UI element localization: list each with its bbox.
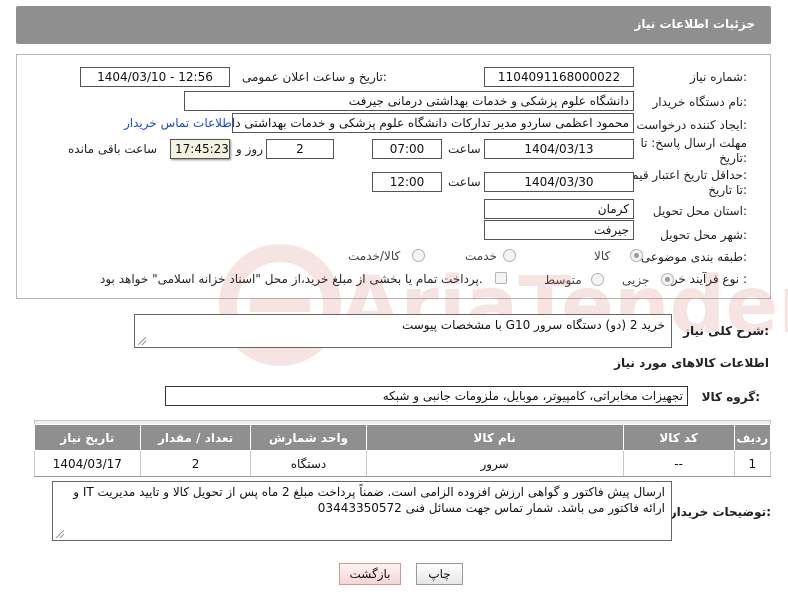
need-number-label: شماره نیاز:: [689, 70, 747, 84]
deadline-days-field[interactable]: 2: [266, 139, 334, 159]
items-table-header: ردیف کد کالا نام کالا واحد شمارش تعداد /…: [34, 424, 772, 451]
buyer-notes-text: ارسال پیش فاکتور و گواهی ارزش افزوده الز…: [73, 485, 665, 515]
cell-unit: دستگاه: [250, 450, 367, 477]
deadline-date-field[interactable]: 1404/03/13: [484, 139, 634, 159]
col-name-header: نام کالا: [365, 424, 624, 451]
print-button[interactable]: چاپ: [416, 563, 463, 585]
requester-field[interactable]: محمود اعظمی ساردو مدیر تدارکات دانشگاه ع…: [232, 113, 634, 133]
price-validity-label-date: تا تاریخ:: [708, 183, 747, 197]
summary-label: شرح کلی نیاز:: [683, 324, 769, 338]
goods-group-field[interactable]: تجهیزات مخابراتی، کامپیوتر، موبایل، ملزو…: [165, 386, 688, 406]
category-service-label: خدمت: [465, 249, 497, 263]
province-field[interactable]: کرمان: [484, 199, 634, 219]
category-goods-label: کالا: [594, 249, 611, 263]
treasury-payment-checkbox[interactable]: [495, 272, 507, 284]
category-goods-radio[interactable]: [630, 249, 643, 262]
announce-date-label: تاریخ و ساعت اعلان عمومی:: [242, 70, 387, 84]
deadline-time-label: ساعت: [448, 142, 481, 156]
buyer-notes-label: توضیحات خریدار:: [669, 505, 771, 519]
cell-row: 1: [733, 450, 772, 477]
back-button[interactable]: بازگشت: [339, 563, 401, 585]
items-section-title: اطلاعات کالاهای مورد نیاز: [614, 356, 769, 370]
buyer-org-label: نام دستگاه خریدار:: [652, 95, 748, 109]
deadline-time-field[interactable]: 07:00: [372, 139, 442, 159]
purchase-type-medium-radio[interactable]: [591, 273, 604, 286]
col-qty-header: تعداد / مقدار: [139, 424, 252, 451]
category-both-label: کالا/خدمت: [348, 249, 401, 263]
deadline-label: مهلت ارسال پاسخ: تا: [640, 136, 747, 150]
col-row-header: ردیف: [733, 424, 772, 451]
announce-date-field[interactable]: 1404/03/10 - 12:56: [80, 67, 230, 87]
col-code-header: کد کالا: [622, 424, 735, 451]
city-field[interactable]: جیرفت: [484, 220, 634, 240]
cell-code: --: [622, 450, 735, 477]
purchase-type-minor-label: جزیی: [622, 273, 650, 287]
purchase-type-medium-label: متوسط: [544, 273, 582, 287]
items-table: ردیف کد کالا نام کالا واحد شمارش تعداد /…: [34, 424, 772, 477]
remaining-time-field: 17:45:23: [170, 139, 230, 159]
col-unit-header: واحد شمارش: [250, 424, 367, 451]
table-row[interactable]: 1 -- سرور دستگاه 2 1404/03/17: [34, 450, 772, 477]
summary-textarea[interactable]: خرید 2 (دو) دستگاه سرور G10 با مشخصات پی…: [134, 314, 672, 348]
city-label: شهر محل تحویل:: [660, 228, 747, 242]
requester-label: ایجاد کننده درخواست:: [636, 118, 747, 132]
treasury-payment-note: پرداخت تمام یا بخشی از مبلغ خرید،از محل …: [100, 272, 483, 286]
price-validity-label: حداقل تاریخ اعتبار قیمت:: [620, 168, 747, 182]
goods-group-label: گروه کالا:: [701, 390, 760, 404]
purchase-type-minor-radio[interactable]: [661, 273, 674, 286]
days-label: روز و: [236, 142, 263, 156]
category-both-radio[interactable]: [412, 249, 425, 262]
cell-qty: 2: [139, 450, 252, 477]
cell-name: سرور: [365, 450, 624, 477]
summary-text: خرید 2 (دو) دستگاه سرور G10 با مشخصات پی…: [401, 318, 665, 332]
cell-date: 1404/03/17: [34, 450, 141, 477]
page-header: جزئیات اطلاعات نیاز: [16, 6, 771, 44]
need-number-field[interactable]: 1104091168000022: [484, 67, 634, 87]
purchase-type-label: نوع فرآیند خرید :: [662, 272, 747, 286]
remaining-time-label: ساعت باقی مانده: [68, 142, 158, 156]
resize-grip-icon[interactable]: [138, 337, 146, 345]
province-label: استان محل تحویل:: [652, 204, 747, 218]
deadline-label-date: تاریخ:: [719, 151, 747, 165]
buyer-org-field[interactable]: دانشگاه علوم پزشکی و خدمات بهداشتی درمان…: [184, 91, 634, 111]
category-service-radio[interactable]: [503, 249, 516, 262]
resize-grip-icon[interactable]: [56, 530, 64, 538]
page-title: جزئیات اطلاعات نیاز: [634, 17, 755, 31]
col-date-header: تاریخ نیاز: [34, 424, 141, 451]
price-validity-date-field[interactable]: 1404/03/30: [484, 172, 634, 192]
buyer-contact-link[interactable]: اطلاعات تماس خریدار: [124, 116, 235, 130]
category-label: طبقه بندی موضوعی:: [640, 250, 747, 264]
buyer-notes-textarea[interactable]: ارسال پیش فاکتور و گواهی ارزش افزوده الز…: [52, 481, 672, 541]
price-validity-time-label: ساعت: [448, 175, 481, 189]
price-validity-time-field[interactable]: 12:00: [372, 172, 442, 192]
